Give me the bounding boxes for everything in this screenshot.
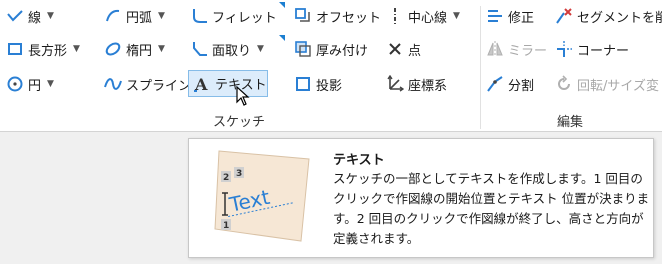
modify-icon [488, 10, 502, 22]
text-icon: A [194, 75, 208, 93]
thicken-label: 厚み付け [316, 43, 369, 59]
chevron-down-icon[interactable]: ▼ [453, 11, 460, 21]
corner-icon [557, 41, 572, 57]
coordinate-system-icon [387, 75, 404, 92]
centerline-label: 中心線 [408, 10, 448, 26]
ellipse-icon [105, 42, 121, 56]
ellipse-label: 楕円 [126, 43, 153, 59]
group-label-sketch: スケッチ [213, 115, 266, 130]
project-button[interactable]: 投影 [294, 72, 342, 96]
text-button[interactable]: A テキスト [188, 70, 268, 97]
mirror-button[interactable]: ミラー [486, 37, 547, 61]
fillet-label: フィレット [212, 10, 277, 26]
corner-label: コーナー [577, 43, 630, 59]
tooltip: 2 3 Text 1 テキスト スケッチの一部としてテキストを作成します。1 回… [188, 138, 654, 258]
chevron-down-icon[interactable]: ▼ [73, 44, 80, 54]
ribbon: 線 ▼ 円弧 ▼ フィレット オフセット 中心線 ▼ 修正 セグメントを削 長方… [0, 0, 662, 132]
divide-icon [487, 76, 503, 92]
spline-button[interactable]: スプライン [104, 72, 191, 96]
divide-button[interactable]: 分割 [486, 72, 534, 96]
tooltip-title: テキスト [333, 153, 385, 168]
group-divider [480, 6, 481, 129]
offset-button[interactable]: オフセット [294, 4, 381, 28]
chamfer-label: 面取り [212, 43, 252, 59]
line-label: 線 [28, 10, 42, 26]
mirror-label: ミラー [508, 43, 548, 59]
circle-label: 円 [28, 78, 42, 94]
corner-marker-icon [279, 2, 285, 8]
modify-button[interactable]: 修正 [486, 4, 534, 28]
delete-segment-label: セグメントを削 [577, 10, 662, 26]
point-icon [389, 43, 401, 55]
rectangle-button[interactable]: 長方形 ▼ [6, 37, 80, 61]
group-label-edit: 編集 [557, 115, 584, 130]
spline-label: スプライン [126, 78, 192, 94]
project-label: 投影 [316, 78, 343, 94]
step2-marker: 2 [223, 173, 229, 183]
corner-marker-icon [279, 35, 285, 41]
point-button[interactable]: 点 [386, 37, 421, 61]
arc-label: 円弧 [126, 10, 153, 26]
chamfer-icon [193, 42, 207, 56]
coordinate-system-button[interactable]: 座標系 [386, 72, 447, 96]
delete-segment-button[interactable]: セグメントを削 [555, 4, 662, 28]
spline-icon [104, 78, 122, 90]
circle-icon [7, 76, 23, 92]
mirror-icon [487, 41, 503, 57]
line-icon [7, 10, 23, 22]
thicken-icon [295, 41, 311, 57]
rotate-resize-icon [558, 75, 570, 90]
centerline-button[interactable]: 中心線 ▼ [386, 4, 460, 28]
chevron-down-icon[interactable]: ▼ [158, 11, 165, 21]
text-tool-illustration: 2 3 Text 1 [214, 150, 310, 242]
chevron-down-icon[interactable]: ▼ [257, 44, 264, 54]
arc-icon [106, 9, 120, 22]
arc-button[interactable]: 円弧 ▼ [104, 4, 165, 28]
chevron-down-icon[interactable]: ▼ [47, 79, 54, 89]
ellipse-button[interactable]: 楕円 ▼ [104, 37, 165, 61]
divide-label: 分割 [508, 78, 535, 94]
rotate-resize-button[interactable]: 回転/サイズ変 [555, 72, 659, 96]
step1-marker: 1 [223, 221, 229, 231]
offset-label: オフセット [316, 10, 382, 26]
rectangle-icon [8, 43, 22, 55]
tooltip-description: スケッチの一部としてテキストを作成します。1 回目のクリックで作図線の開始位置と… [333, 171, 650, 246]
thicken-button[interactable]: 厚み付け [294, 37, 368, 61]
rotate-resize-label: 回転/サイズ変 [577, 78, 659, 94]
offset-icon [295, 8, 310, 22]
circle-button[interactable]: 円 ▼ [6, 72, 54, 96]
chamfer-button[interactable]: 面取り ▼ [190, 37, 264, 61]
point-label: 点 [408, 43, 422, 59]
fillet-button[interactable]: フィレット [190, 4, 277, 28]
chevron-down-icon[interactable]: ▼ [158, 44, 165, 54]
centerline-icon [394, 8, 396, 24]
rectangle-label: 長方形 [28, 43, 68, 59]
chevron-down-icon[interactable]: ▼ [47, 11, 54, 21]
coordinate-system-label: 座標系 [408, 78, 448, 94]
fillet-icon [193, 9, 207, 23]
mouse-cursor-icon [236, 86, 250, 106]
delete-segment-icon [556, 8, 572, 24]
line-button[interactable]: 線 ▼ [6, 4, 54, 28]
step3-marker: 3 [236, 169, 242, 179]
modify-label: 修正 [508, 10, 535, 26]
project-icon [296, 77, 310, 91]
corner-button[interactable]: コーナー [555, 37, 629, 61]
